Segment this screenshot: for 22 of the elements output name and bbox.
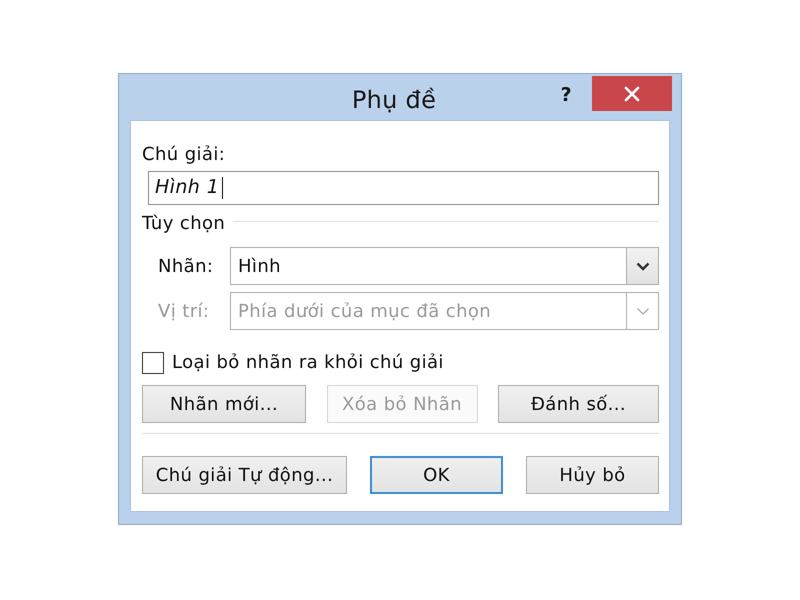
window-title: Phụ đề [352,85,436,115]
group-title: Tùy chọn [142,212,226,234]
dialog-button: Xóa bỏ Nhãn [326,385,478,424]
field-label: Nhãn: [158,254,214,279]
chevron-down-icon [636,262,650,271]
checkbox-label[interactable]: Loại bỏ nhãn ra khỏi chú giải [172,349,444,376]
dialog-button[interactable]: Hủy bỏ [526,456,659,494]
dialog-button[interactable]: Đánh số... [498,385,659,424]
dialog-button[interactable]: Nhãn mới... [142,385,306,424]
dropdown-button[interactable] [626,248,658,284]
field-label: Vị trí: [158,300,210,324]
close-icon [624,86,640,102]
chevron-down-icon [636,306,650,316]
dialog-button[interactable]: Chú giải Tự động... [142,456,347,494]
help-button[interactable]: ? [560,86,572,105]
close-button[interactable] [592,76,672,111]
dialog-button[interactable]: OK [370,456,503,494]
field-label: Chú giải: [142,144,226,166]
dropdown-field[interactable]: Hình [230,247,659,286]
checkbox[interactable] [142,352,164,374]
dropdown-field: Phía dưới của mục đã chọn [230,292,659,330]
caption-input[interactable]: Hình 1 [148,170,659,205]
